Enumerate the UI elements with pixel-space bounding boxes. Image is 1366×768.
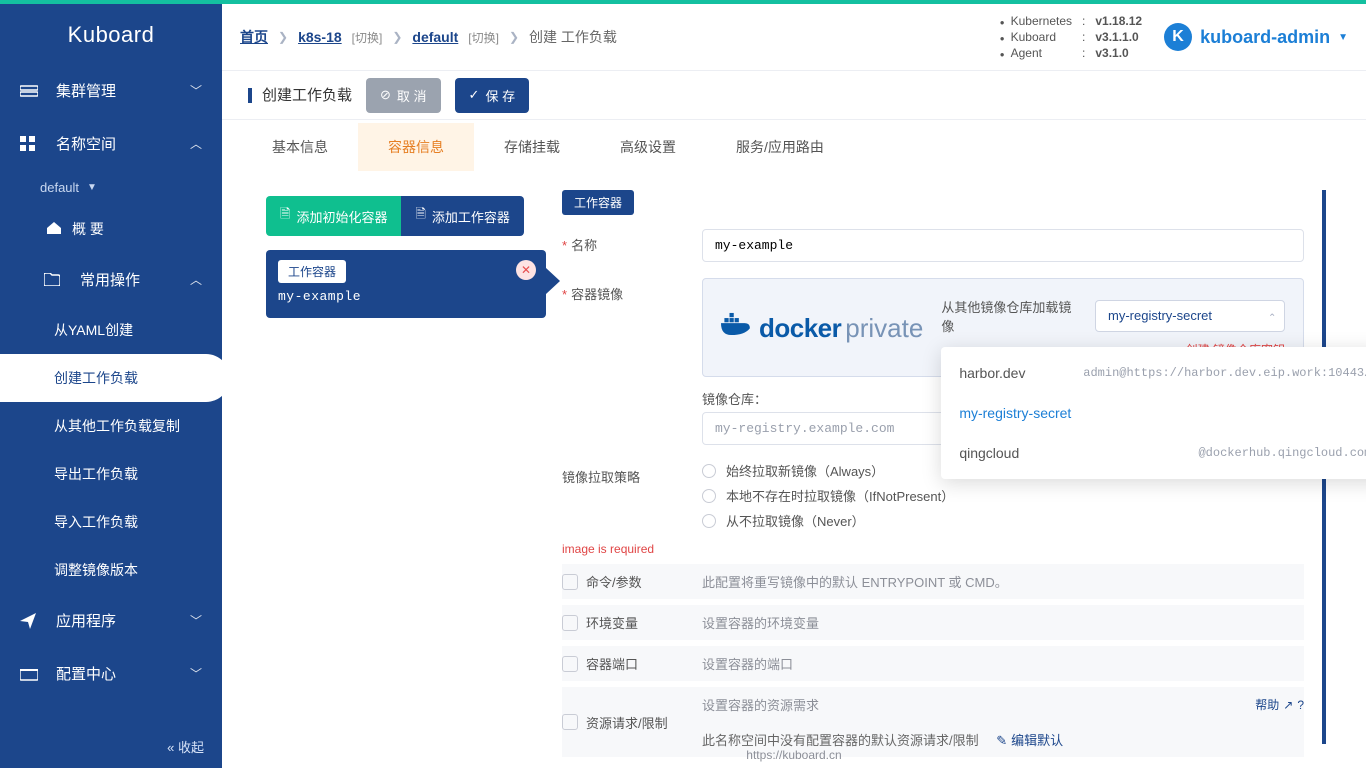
container-name-input[interactable] (702, 229, 1304, 262)
delete-container-button[interactable]: ✕ (516, 260, 536, 280)
container-type-chip: 工作容器 (278, 260, 346, 283)
pull-policy-label: 镜像拉取策略 (562, 461, 702, 530)
sidebar-group-common[interactable]: 常用操作 ︿ (0, 253, 222, 306)
question-icon: ? (1297, 698, 1304, 712)
cluster-icon (20, 83, 42, 99)
registry-secret-dropdown: harbor.dev admin@https://harbor.dev.eip.… (941, 347, 1366, 479)
sidebar-item-export-workload[interactable]: 导出工作负载 (0, 450, 222, 498)
add-work-container-button[interactable]: 🗎添加工作容器 (401, 196, 523, 236)
box-icon (20, 666, 42, 682)
crumb-cluster[interactable]: k8s-18 (298, 29, 342, 45)
brand-logo: Kuboard (0, 4, 222, 64)
namespace-selector[interactable]: default ▼ (0, 170, 222, 205)
sidebar-item-yaml-create[interactable]: 从YAML创建 (0, 306, 222, 354)
crumb-switch-ns[interactable]: [切换] (468, 29, 499, 46)
cancel-button[interactable]: ⊘取 消 (366, 78, 441, 113)
chevron-down-icon: ﹀ (190, 82, 202, 99)
doc-icon: 🗎 (415, 205, 425, 227)
cancel-icon: ⊘ (380, 87, 391, 103)
port-hint: 设置容器的端口 (702, 654, 1304, 673)
sidebar-item-overview[interactable]: 概 要 (0, 205, 222, 253)
pull-policy-ifnotpresent[interactable]: 本地不存在时拉取镜像（IfNotPresent） (702, 486, 1304, 505)
chevron-up-icon: ⌄ (1268, 311, 1276, 322)
folder-icon (44, 272, 66, 288)
doc-icon: 🗎 (280, 205, 290, 227)
dropdown-option-my-registry[interactable]: my-registry-secret (941, 393, 1366, 433)
env-hint: 设置容器的环境变量 (702, 613, 1304, 632)
add-init-container-button[interactable]: 🗎添加初始化容器 (266, 196, 401, 236)
footer-link[interactable]: https://kuboard.cn (222, 742, 1366, 768)
header: 首页 ❯ k8s-18 [切换] ❯ default [切换] ❯ 创建 工作负… (222, 4, 1366, 70)
container-list-panel: 🗎添加初始化容器 🗎添加工作容器 工作容器 my-example ✕ (266, 196, 546, 318)
chevron-up-icon: ︿ (190, 271, 202, 288)
grid-icon (20, 136, 42, 152)
sidebar-item-copy-workload[interactable]: 从其他工作负载复制 (0, 402, 222, 450)
page-title: 创建工作负载 (248, 88, 352, 103)
external-icon: ↗ (1283, 698, 1293, 712)
container-name: my-example (278, 289, 534, 304)
crumb-home[interactable]: 首页 (240, 27, 268, 47)
cmd-checkbox[interactable] (562, 574, 578, 590)
chevron-down-icon: ﹀ (190, 665, 202, 682)
tab-service[interactable]: 服务/应用路由 (706, 123, 854, 171)
registry-secret-select[interactable]: my-registry-secret ⌄ (1095, 300, 1285, 332)
resource-checkbox[interactable] (562, 714, 578, 730)
from-repo-label: 从其他镜像仓库加载镜像 (941, 297, 1081, 335)
port-checkbox[interactable] (562, 656, 578, 672)
tab-basic[interactable]: 基本信息 (242, 123, 358, 171)
dropdown-option-harbor[interactable]: harbor.dev admin@https://harbor.dev.eip.… (941, 353, 1366, 393)
image-required-error: image is required (562, 538, 1304, 564)
home-icon (46, 221, 62, 238)
cmd-hint: 此配置将重写镜像中的默认 ENTRYPOINT 或 CMD。 (702, 572, 1304, 591)
menu-group-namespace[interactable]: 名称空间 ︿ (0, 117, 222, 170)
crumb-switch-cluster[interactable]: [切换] (352, 29, 383, 46)
help-link[interactable]: 帮助↗? (1255, 695, 1304, 714)
tab-advanced[interactable]: 高级设置 (590, 123, 706, 171)
plane-icon (20, 613, 42, 629)
sidebar-item-import-workload[interactable]: 导入工作负载 (0, 498, 222, 546)
tab-storage[interactable]: 存储挂载 (474, 123, 590, 171)
caret-down-icon: ▼ (1338, 32, 1348, 43)
menu-group-config[interactable]: 配置中心 ﹀ (0, 647, 222, 700)
container-badge: 工作容器 (562, 190, 634, 215)
body: 🗎添加初始化容器 🗎添加工作容器 工作容器 my-example ✕ 工作容器 … (242, 174, 1346, 744)
avatar: K (1164, 23, 1192, 51)
docker-private-logo: dockerprivate (721, 311, 923, 344)
check-icon: ✓ (469, 87, 480, 103)
env-checkbox[interactable] (562, 615, 578, 631)
resource-hint: 设置容器的资源需求 (702, 695, 819, 714)
version-info: Kubernetes:v1.18.12 Kuboard:v3.1.1.0 Age… (1000, 14, 1142, 60)
menu-group-apps[interactable]: 应用程序 ﹀ (0, 594, 222, 647)
tab-strip: 基本信息 容器信息 存储挂载 高级设置 服务/应用路由 (242, 122, 1346, 172)
sidebar-item-adjust-image[interactable]: 调整镜像版本 (0, 546, 222, 594)
menu-group-cluster[interactable]: 集群管理 ﹀ (0, 64, 222, 117)
sidebar: Kuboard 集群管理 ﹀ 名称空间 ︿ default ▼ 概 要 常用操作… (0, 4, 222, 768)
caret-down-icon: ▼ (87, 182, 97, 193)
user-name: kuboard-admin (1200, 27, 1330, 48)
save-button[interactable]: ✓保 存 (455, 78, 530, 113)
form-panel: 工作容器 *名称 *容器镜像 dockerprivate 从其他镜像仓库加载镜像 (562, 190, 1326, 744)
chevron-up-icon: ︿ (190, 135, 202, 152)
sidebar-collapse[interactable]: « 收起 (167, 737, 204, 756)
pull-policy-never[interactable]: 从不拉取镜像（Never） (702, 511, 1304, 530)
breadcrumb: 首页 ❯ k8s-18 [切换] ❯ default [切换] ❯ 创建 工作负… (240, 27, 617, 47)
container-card[interactable]: 工作容器 my-example ✕ (266, 250, 546, 318)
tab-container[interactable]: 容器信息 (358, 123, 474, 171)
dropdown-option-qingcloud[interactable]: qingcloud @dockerhub.qingcloud.com (941, 433, 1366, 473)
action-bar: 创建工作负载 ⊘取 消 ✓保 存 (222, 70, 1366, 120)
crumb-namespace[interactable]: default (412, 29, 458, 45)
chevron-down-icon: ﹀ (190, 612, 202, 629)
image-repo-card: dockerprivate 从其他镜像仓库加载镜像 my-registry-se… (702, 278, 1304, 377)
sidebar-item-create-workload[interactable]: 创建工作负载 (0, 354, 230, 402)
crumb-current: 创建 工作负载 (529, 27, 617, 47)
user-menu[interactable]: K kuboard-admin ▼ (1164, 23, 1348, 51)
